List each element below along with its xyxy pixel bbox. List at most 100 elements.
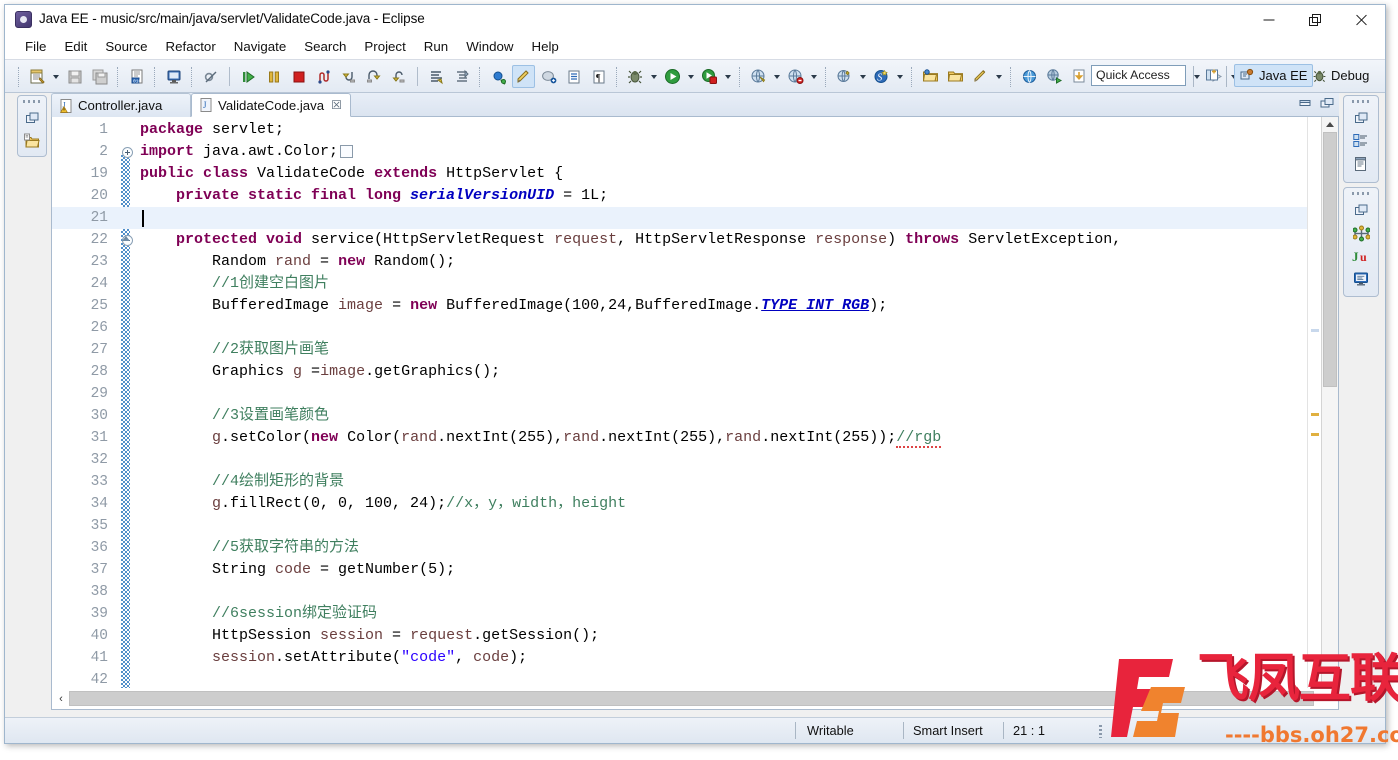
run-on-server-dropdown[interactable] [771, 65, 782, 88]
project-explorer-icon[interactable] [22, 131, 42, 151]
run-dropdown[interactable] [685, 65, 696, 88]
show-pilcrow-icon[interactable]: ¶ [587, 65, 610, 88]
maximize-editor-button[interactable] [1319, 96, 1335, 110]
code-line[interactable]: 42 [52, 669, 1338, 688]
open-perspective-button[interactable] [1200, 64, 1225, 87]
minimize-window-button[interactable] [1246, 5, 1292, 34]
editor-vertical-scrollbar[interactable] [1321, 117, 1338, 688]
code-line[interactable]: 29 [52, 383, 1338, 405]
step-into-icon[interactable] [337, 65, 360, 88]
code-line[interactable]: 20 private static final long serialVersi… [52, 185, 1338, 207]
minimize-editor-button[interactable] [1297, 96, 1313, 110]
code-line[interactable]: 37 String code = getNumber(5); [52, 559, 1338, 581]
left-minimized-view-stack[interactable] [17, 95, 47, 157]
coverage-icon[interactable] [698, 65, 721, 88]
scroll-up-button[interactable] [1322, 117, 1338, 132]
run-on-server-icon[interactable] [747, 65, 770, 88]
menu-item-project[interactable]: Project [355, 35, 414, 58]
stack-grip[interactable] [23, 100, 41, 103]
menu-item-help[interactable]: Help [522, 35, 567, 58]
right-minimized-view-stack-servers[interactable]: J u [1343, 187, 1379, 297]
new-java-project-icon[interactable]: S [870, 65, 893, 88]
tab-controller-java[interactable]: J Controller.java [51, 93, 191, 117]
print-icon[interactable]: 010 [125, 65, 148, 88]
open-type-icon[interactable] [944, 65, 967, 88]
status-resize-grip[interactable] [1099, 725, 1102, 738]
debug-icon[interactable] [624, 65, 647, 88]
hibernate-dropdown[interactable] [857, 65, 868, 88]
code-line[interactable]: 40 HttpSession session = request.getSess… [52, 625, 1338, 647]
step-over-icon[interactable] [362, 65, 385, 88]
servers-icon[interactable] [1351, 223, 1371, 243]
code-line[interactable]: 39 //6session绑定验证码 [52, 603, 1338, 625]
console-icon[interactable] [1351, 269, 1371, 289]
open-folder-icon[interactable] [919, 65, 942, 88]
code-line[interactable]: 26 [52, 317, 1338, 339]
previous-annotation-icon[interactable] [1068, 65, 1091, 88]
code-line[interactable]: 36 //5获取字符串的方法 [52, 537, 1338, 559]
scroll-left-button[interactable]: ‹ [54, 691, 68, 706]
menu-item-edit[interactable]: Edit [55, 35, 96, 58]
close-tab-icon[interactable]: ☒ [331, 98, 342, 112]
code-line[interactable]: 34 g.fillRect(0, 0, 100, 24);//x，y，width… [52, 493, 1338, 515]
restore-icon[interactable] [1351, 200, 1371, 220]
code-line[interactable]: 24 //1创建空白图片 [52, 273, 1338, 295]
code-line[interactable]: 19 public class ValidateCode extends Http… [52, 163, 1338, 185]
code-editor[interactable]: 1 package servlet; 2 import java.awt.Color;… [51, 117, 1339, 688]
menu-item-source[interactable]: Source [96, 35, 156, 58]
debug-dropdown[interactable] [648, 65, 659, 88]
debug-perspective-button[interactable]: Debug [1307, 64, 1374, 87]
maximize-window-button[interactable] [1292, 5, 1338, 34]
code-line[interactable]: 38 [52, 581, 1338, 603]
new-class-icon[interactable] [969, 65, 992, 88]
code-line[interactable]: 32 [52, 449, 1338, 471]
step-return-icon[interactable] [387, 65, 410, 88]
code-line[interactable]: 1 package servlet; [52, 119, 1338, 141]
outline-icon[interactable] [1351, 131, 1371, 151]
code-line[interactable]: 33 //4绘制矩形的背景 [52, 471, 1338, 493]
restore-icon[interactable] [22, 108, 42, 128]
correct-indentation-icon[interactable] [450, 65, 473, 88]
task-list-icon[interactable] [1351, 154, 1371, 174]
code-lines[interactable]: 1 package servlet; 2 import java.awt.Color;… [52, 117, 1338, 688]
editor-horizontal-scrollbar[interactable]: ‹ [51, 688, 1339, 710]
menu-item-window[interactable]: Window [457, 35, 522, 58]
menu-item-file[interactable]: File [16, 35, 55, 58]
junit-icon[interactable]: J u [1351, 246, 1371, 266]
resume-icon[interactable] [237, 65, 260, 88]
java-ee-perspective-button[interactable]: Java EE [1234, 64, 1314, 87]
new-java-project-dropdown[interactable] [894, 65, 905, 88]
new-class-dropdown[interactable] [993, 65, 1004, 88]
menu-item-run[interactable]: Run [415, 35, 457, 58]
right-minimized-view-stack-outline[interactable] [1343, 95, 1379, 183]
code-line[interactable]: 21 [52, 207, 1338, 229]
new-wizard-icon[interactable] [26, 65, 49, 88]
external-tools-icon[interactable] [1043, 65, 1066, 88]
menu-item-navigate[interactable]: Navigate [225, 35, 295, 58]
link-with-editor-icon[interactable] [537, 65, 560, 88]
toggle-breakpoint-icon[interactable] [487, 65, 510, 88]
code-line[interactable]: 23 Random rand = new Random(); [52, 251, 1338, 273]
code-line[interactable]: 41 session.setAttribute("code", code); [52, 647, 1338, 669]
profile-dropdown[interactable] [808, 65, 819, 88]
restore-icon[interactable] [1351, 108, 1371, 128]
overview-ruler[interactable] [1307, 117, 1321, 688]
save-icon[interactable] [63, 65, 86, 88]
code-line[interactable]: 2 import java.awt.Color; [52, 141, 1338, 163]
horizontal-scroll-thumb[interactable] [69, 691, 1314, 706]
stack-grip[interactable] [1352, 100, 1370, 103]
code-line[interactable]: 31 g.setColor(new Color(rand.nextInt(255… [52, 427, 1338, 449]
show-whitespace-icon[interactable] [562, 65, 585, 88]
toggle-mark-occurrences-icon[interactable] [512, 65, 535, 88]
menu-item-search[interactable]: Search [295, 35, 355, 58]
close-window-button[interactable] [1338, 5, 1384, 34]
open-web-browser-icon[interactable] [1018, 65, 1041, 88]
run-icon[interactable] [661, 65, 684, 88]
new-wizard-dropdown[interactable] [50, 65, 61, 88]
coverage-dropdown[interactable] [722, 65, 733, 88]
code-line[interactable]: 27 //2获取图片画笔 [52, 339, 1338, 361]
hibernate-icon[interactable] [833, 65, 856, 88]
suspend-icon[interactable] [262, 65, 285, 88]
skip-breakpoints-icon[interactable] [199, 65, 222, 88]
stack-grip[interactable] [1352, 192, 1370, 195]
